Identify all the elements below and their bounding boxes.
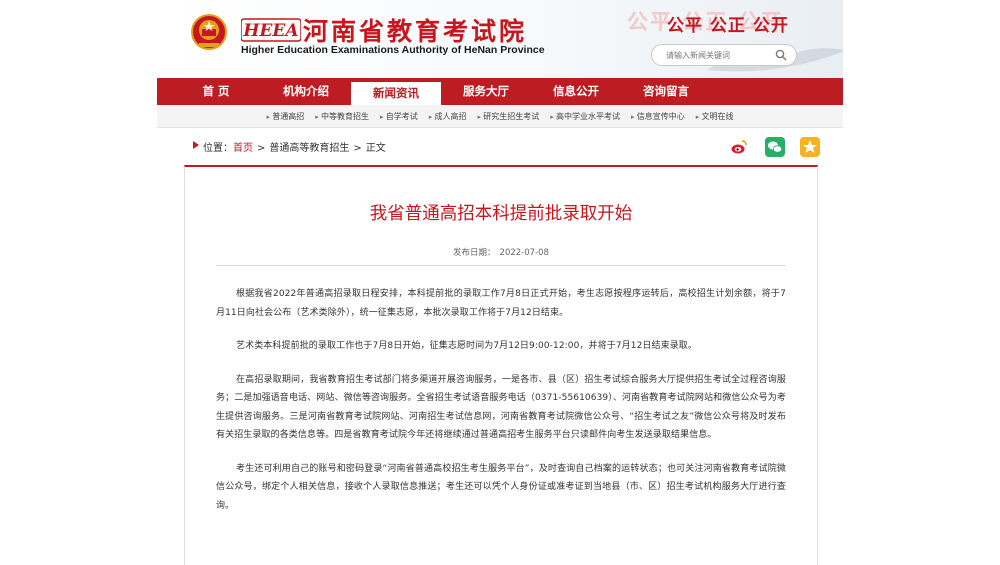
article-paragraph: 在高招录取期间，我省教育招生考试部门将多渠道开展咨询服务，一是各市、县（区）招生… bbox=[216, 374, 786, 441]
search-icon[interactable] bbox=[775, 49, 787, 61]
site-header: HEEA 河南省教育考试院 Higher Education Examinati… bbox=[157, 0, 843, 78]
arrow-right-icon bbox=[193, 141, 199, 149]
subnav-item[interactable]: 文明在线 bbox=[696, 111, 734, 122]
breadcrumb-bar: 位置：首页 > 普通高等教育招生 > 正文 bbox=[157, 127, 843, 165]
nav-consult[interactable]: 咨询留言 bbox=[621, 78, 711, 105]
subnav-item[interactable]: 中等教育招生 bbox=[315, 111, 369, 122]
nav-news[interactable]: 新闻资讯 bbox=[351, 79, 441, 105]
wechat-icon[interactable] bbox=[765, 137, 785, 157]
article-paragraph: 考生还可利用自己的账号和密码登录“河南省普通高校招生考生服务平台”，及时查询自己… bbox=[216, 463, 786, 511]
breadcrumb: 位置：首页 > 普通高等教育招生 > 正文 bbox=[203, 139, 386, 154]
breadcrumb-separator: > bbox=[353, 143, 362, 154]
breadcrumb-prefix: 位置： bbox=[203, 143, 233, 154]
nav-disclosure[interactable]: 信息公开 bbox=[531, 78, 621, 105]
article-paragraph: 艺术类本科提前批的录取工作也于7月8日开始，征集志愿时间为7月12日9:00-1… bbox=[236, 341, 698, 351]
search-box bbox=[651, 44, 797, 66]
slogan: 公平 公正 公开 bbox=[667, 16, 789, 36]
site-title: 河南省教育考试院 bbox=[303, 17, 528, 46]
weibo-icon[interactable] bbox=[729, 137, 749, 157]
article-panel: 我省普通高招本科提前批录取开始 发布日期： 2022-07-08 根据我省2022… bbox=[184, 165, 818, 565]
divider bbox=[216, 265, 786, 266]
article-title: 我省普通高招本科提前批录取开始 bbox=[369, 204, 633, 224]
sub-nav: 普通高招 中等教育招生 自学考试 成人高招 研究生招生考试 高中学业水平考试 信… bbox=[157, 105, 843, 128]
site-subtitle-en: Higher Education Examinations Authority … bbox=[241, 44, 545, 56]
subnav-item[interactable]: 高中学业水平考试 bbox=[550, 111, 620, 122]
publish-date-label: 发布日期： bbox=[453, 248, 496, 258]
breadcrumb-section[interactable]: 普通高等教育招生 bbox=[269, 143, 349, 154]
main-nav: 首 页 机构介绍 新闻资讯 服务大厅 信息公开 咨询留言 bbox=[157, 78, 843, 105]
nav-about[interactable]: 机构介绍 bbox=[261, 78, 351, 105]
qzone-icon[interactable] bbox=[800, 137, 820, 157]
subnav-item[interactable]: 信息宣传中心 bbox=[631, 111, 685, 122]
article-body: 根据我省2022年普通高招录取日程安排，本科提前批的录取工作7月8日正式开始，考… bbox=[216, 285, 786, 530]
breadcrumb-home[interactable]: 首页 bbox=[233, 143, 253, 154]
national-emblem-icon bbox=[191, 14, 227, 50]
nav-services[interactable]: 服务大厅 bbox=[441, 78, 531, 105]
search-input[interactable] bbox=[666, 47, 771, 63]
page-container: HEEA 河南省教育考试院 Higher Education Examinati… bbox=[157, 0, 843, 565]
subnav-item[interactable]: 研究生招生考试 bbox=[478, 111, 539, 122]
article-meta: 发布日期： 2022-07-08 bbox=[185, 246, 817, 258]
svg-text:HEEA: HEEA bbox=[242, 21, 298, 41]
heea-logo: HEEA bbox=[241, 18, 301, 42]
nav-home[interactable]: 首 页 bbox=[171, 78, 261, 105]
breadcrumb-separator: > bbox=[257, 143, 266, 154]
publish-date: 2022-07-08 bbox=[499, 248, 549, 258]
subnav-item[interactable]: 普通高招 bbox=[267, 111, 304, 122]
breadcrumb-current: 正文 bbox=[365, 143, 386, 154]
subnav-item[interactable]: 自学考试 bbox=[380, 111, 418, 122]
article-paragraph: 根据我省2022年普通高招录取日程安排，本科提前批的录取工作7月8日正式开始，考… bbox=[216, 289, 786, 318]
subnav-item[interactable]: 成人高招 bbox=[429, 111, 467, 122]
